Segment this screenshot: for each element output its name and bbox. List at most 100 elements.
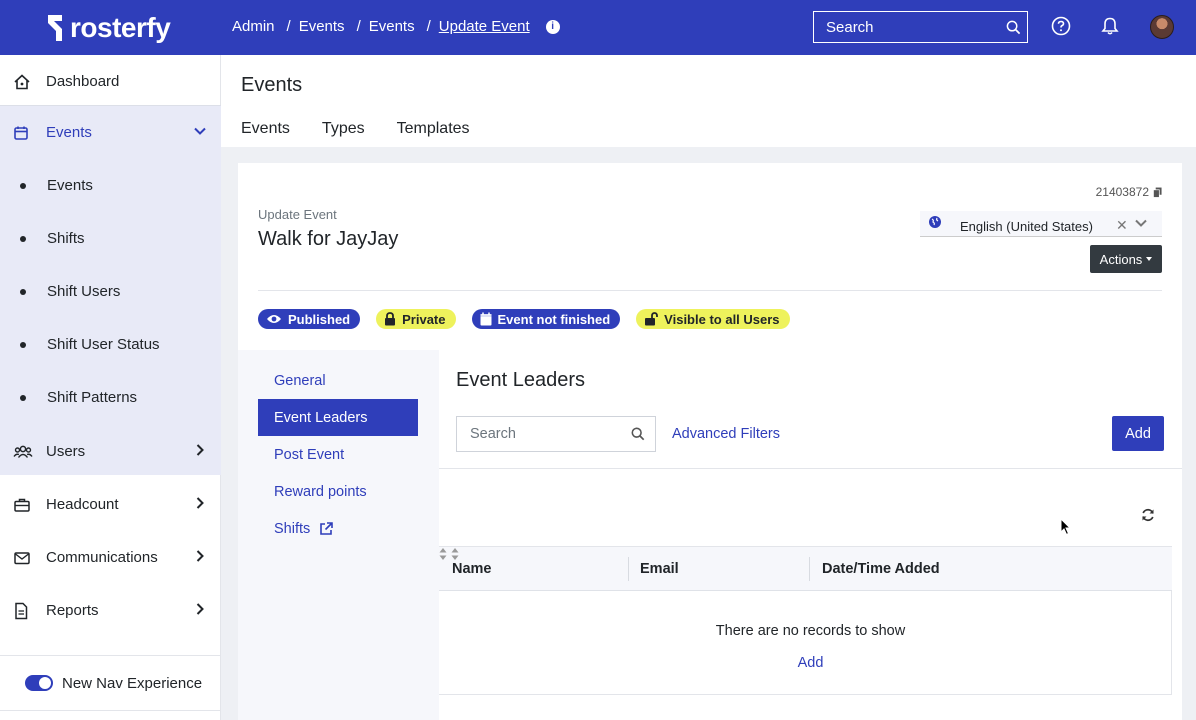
sidebar-item-dashboard[interactable]: Dashboard [0,55,221,108]
badge-text: Event not finished [497,311,611,327]
sidebar-subitem-label: Shifts [47,230,85,247]
chevron-right-icon[interactable] [193,602,207,620]
mouse-cursor-icon [1060,518,1072,536]
sidebar-subitem-shift-patterns[interactable]: Shift Patterns [0,371,221,424]
users-icon [0,444,46,460]
copy-icon[interactable] [1153,187,1162,198]
empty-add-link: Add [439,655,1182,671]
record-id-text: 21403872 [1095,185,1149,199]
column-header-label: Name [452,561,492,577]
column-header-email[interactable]: Email [640,547,679,591]
bullet-icon [20,341,26,348]
bullet-icon [20,182,26,189]
subnav-general[interactable]: General [258,362,418,399]
refresh-icon[interactable] [1141,508,1155,522]
language-select[interactable]: English (United States) ✕ [920,211,1162,237]
subnav-event-leaders[interactable]: Event Leaders [258,399,418,436]
sidebar-events-group: Events Events Shifts Shift Users Shift U… [0,105,221,475]
column-header-date-added[interactable]: Date/Time Added [822,547,940,591]
record-id: 21403872 [1096,185,1162,199]
table-header: Name Email Date/Time Added [439,546,1172,591]
actions-dropdown-button[interactable]: Actions [1090,245,1162,273]
info-icon[interactable]: i [545,19,560,34]
bell-icon[interactable] [1099,15,1121,37]
chevron-right-icon[interactable] [193,549,207,567]
page-header: Events Events Types Templates [221,55,1196,147]
breadcrumb-events-2[interactable]: Events [369,18,415,35]
bullet-icon [20,235,26,242]
language-value: English (United States) [960,219,1093,234]
lock-icon [384,312,396,326]
badge-text: Visible to all Users [664,311,780,327]
badge-text: Published [288,311,351,327]
empty-message: There are no records to show [715,623,906,639]
envelope-icon [0,551,46,565]
sidebar-subitem-label: Shift Patterns [47,389,138,406]
breadcrumb-update-event[interactable]: Update Event [439,18,530,35]
sidebar-item-events[interactable]: Events [0,106,221,159]
subnav-reward-points[interactable]: Reward points [258,473,418,510]
document-icon [0,602,46,620]
bullet-icon [20,288,26,295]
globe-icon [929,216,941,228]
new-nav-toggle[interactable] [25,675,53,691]
search-icon[interactable] [999,12,1027,42]
sidebar-item-communications[interactable]: Communications [0,531,221,584]
help-icon[interactable] [1050,15,1072,37]
badge-text: Private [402,311,446,327]
sidebar-item-label: Events [46,124,92,141]
briefcase-icon [0,497,46,513]
tab-types[interactable]: Types [322,120,365,138]
global-search-input[interactable]: Search [813,11,1028,43]
status-badges: Published Private Event not finished Vis… [258,309,806,329]
sidebar-item-label: Dashboard [46,73,120,90]
sidebar-subitem-shift-user-status[interactable]: Shift User Status [0,318,221,371]
bullet-icon [20,394,26,401]
subnav-label: Event Leaders [274,409,368,426]
breadcrumb-events-1[interactable]: Events [299,18,345,35]
chevron-right-icon[interactable] [193,443,207,461]
chevron-down-icon[interactable] [193,124,207,142]
sidebar-subitem-shift-users[interactable]: Shift Users [0,265,221,318]
rosterfy-logo[interactable]: rosterfy [46,12,171,44]
top-bar: rosterfy Admin / Events / Events / Updat… [0,0,1196,55]
tab-templates[interactable]: Templates [397,120,470,138]
advanced-filters-link[interactable]: Advanced Filters [672,426,780,442]
subnav-label: General [274,372,326,389]
badge-event-not-finished: Event not finished [471,309,621,329]
calendar-icon [0,125,46,141]
sidebar-subitem-label: Events [47,177,93,194]
divider [258,290,1162,291]
page-tabs: Events Types Templates [241,120,502,138]
sidebar-item-reports[interactable]: Reports [0,584,221,637]
sidebar-item-label: Users [46,443,86,460]
eye-icon [266,313,282,325]
leaders-search-input[interactable]: Search [456,416,656,452]
sidebar-subitem-label: Shift User Status [47,336,160,353]
clear-icon[interactable]: ✕ [1116,217,1128,234]
subnav-shifts[interactable]: Shifts [258,510,418,547]
add-leader-button[interactable]: Add [1112,416,1164,451]
subnav-post-event[interactable]: Post Event [258,436,418,473]
empty-add-link-text[interactable]: Add [798,655,824,671]
tab-events[interactable]: Events [241,120,290,138]
event-name: Walk for JayJay [258,228,399,250]
subnav-label: Shifts [274,520,311,537]
badge-private: Private [376,309,456,329]
search-icon[interactable] [621,427,655,441]
page-title: Events [241,74,303,96]
sidebar-item-users[interactable]: Users [0,425,221,478]
breadcrumb: Admin / Events / Events / Update Event i [232,18,560,35]
sidebar-subitem-label: Shift Users [47,283,121,300]
breadcrumb-admin[interactable]: Admin [232,18,275,35]
panel-title: Event Leaders [456,369,585,391]
sidebar-item-label: Communications [46,549,158,566]
chevron-right-icon[interactable] [193,496,207,514]
column-header-name[interactable]: Name [452,547,492,591]
user-avatar[interactable] [1150,15,1174,39]
sidebar-subitem-events[interactable]: Events [0,159,221,212]
chevron-down-icon[interactable] [1134,216,1148,230]
sidebar-item-headcount[interactable]: Headcount [0,478,221,531]
sidebar-subitem-shifts[interactable]: Shifts [0,212,221,265]
sort-icon[interactable] [439,547,447,561]
